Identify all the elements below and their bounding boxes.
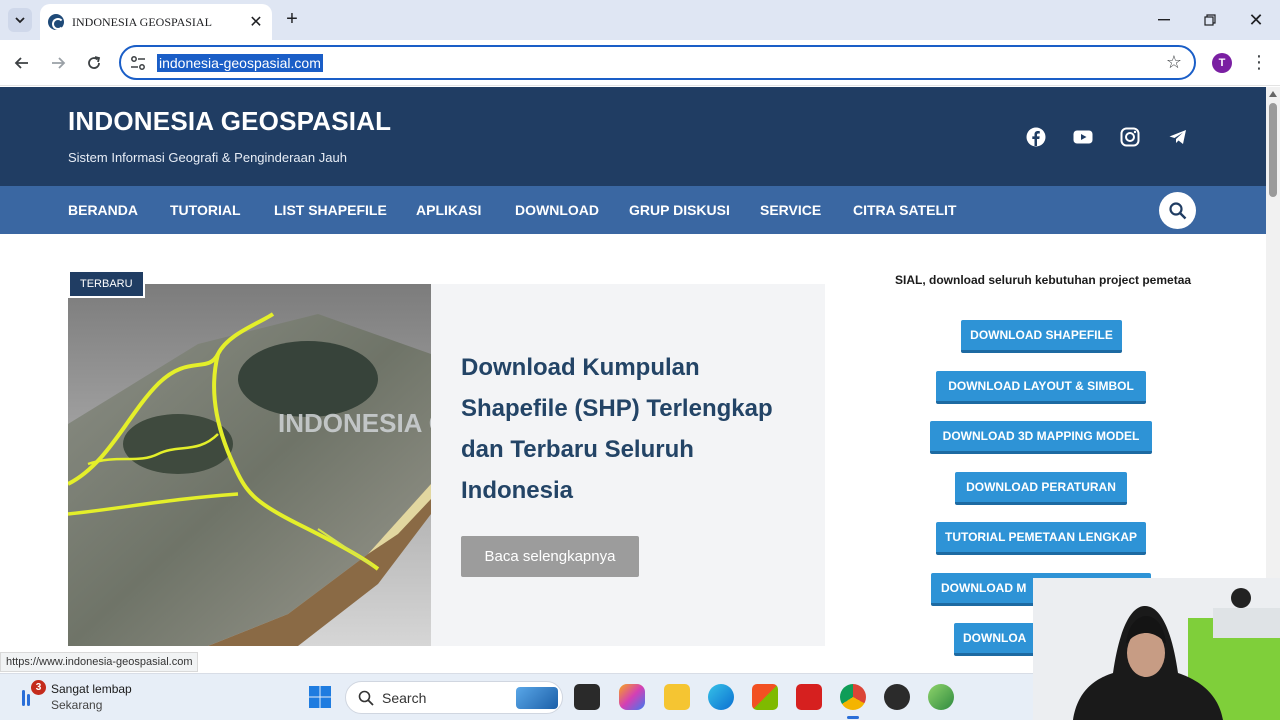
nav-item-tutorial[interactable]: TUTORIAL — [170, 202, 241, 218]
tab-strip: INDONESIA GEOSPASIAL ✕ + ✕ — [0, 0, 1280, 40]
featured-post: INDONESIA GE Download Kumpulan Shapefile… — [68, 284, 825, 646]
site-header: INDONESIA GEOSPASIAL Sistem Informasi Ge… — [0, 87, 1266, 186]
sidebar-marquee-text: SIAL, download seluruh kebutuhan project… — [895, 273, 1192, 287]
download-layout-simbol-button[interactable]: DOWNLOAD LAYOUT & SIMBOL — [936, 371, 1146, 404]
tab-search-button[interactable] — [8, 8, 32, 32]
back-button[interactable] — [11, 52, 33, 74]
main-navigation: BERANDA TUTORIAL LIST SHAPEFILE APLIKASI… — [0, 186, 1266, 234]
latest-badge: TERBARU — [68, 270, 145, 298]
arrow-right-icon — [52, 57, 66, 69]
nav-item-list-shapefile[interactable]: LIST SHAPEFILE — [274, 202, 387, 218]
telegram-icon[interactable] — [1168, 127, 1188, 147]
download-shapefile-button[interactable]: DOWNLOAD SHAPEFILE — [961, 320, 1122, 353]
search-icon — [1168, 201, 1186, 219]
tab-title: INDONESIA GEOSPASIAL — [72, 14, 212, 29]
chevron-down-icon — [15, 17, 25, 24]
download-peraturan-button[interactable]: DOWNLOAD PERATURAN — [955, 472, 1127, 505]
qgis-icon[interactable] — [928, 684, 954, 710]
instagram-icon[interactable] — [1120, 127, 1140, 147]
arrow-left-icon — [14, 57, 28, 69]
facebook-icon[interactable] — [1026, 127, 1046, 147]
image-watermark: INDONESIA GE — [278, 408, 431, 438]
close-tab-icon[interactable]: ✕ — [248, 12, 264, 32]
notification-badge: 3 — [31, 680, 46, 695]
nav-item-aplikasi[interactable]: APLIKASI — [416, 202, 481, 218]
restore-icon — [1204, 14, 1216, 26]
windows-start-icon[interactable] — [308, 685, 332, 709]
edge-icon[interactable] — [708, 684, 734, 710]
nav-item-service[interactable]: SERVICE — [760, 202, 821, 218]
chrome-icon[interactable] — [840, 684, 866, 710]
link-status-bar: https://www.indonesia-geospasial.com — [0, 652, 199, 672]
minimize-icon — [1158, 19, 1170, 21]
file-explorer-icon[interactable] — [664, 684, 690, 710]
copilot-icon[interactable] — [619, 684, 645, 710]
browser-toolbar: indonesia-geospasial.com ☆ T ⋮ — [0, 40, 1280, 86]
nav-item-grup-diskusi[interactable]: GRUP DISKUSI — [629, 202, 730, 218]
nav-item-download[interactable]: DOWNLOAD — [515, 202, 599, 218]
site-search-button[interactable] — [1159, 192, 1196, 229]
bookmark-star-icon[interactable]: ☆ — [1166, 52, 1182, 73]
weather-subtitle: Sekarang — [51, 698, 103, 712]
search-highlight-image — [516, 687, 558, 709]
read-more-button[interactable]: Baca selengkapnya — [461, 536, 639, 577]
forward-button[interactable] — [47, 52, 69, 74]
nav-item-beranda[interactable]: BERANDA — [68, 202, 138, 218]
tutorial-pemetaan-button[interactable]: TUTORIAL PEMETAAN LENGKAP — [936, 522, 1146, 555]
terrain-map-image: INDONESIA GE — [68, 284, 431, 646]
store-icon[interactable] — [752, 684, 778, 710]
featured-post-image[interactable]: INDONESIA GE — [68, 284, 431, 646]
featured-post-title[interactable]: Download Kumpulan Shapefile (SHP) Terlen… — [461, 347, 801, 511]
reload-button[interactable] — [83, 52, 105, 74]
site-tagline: Sistem Informasi Geografi & Penginderaan… — [68, 150, 347, 165]
download-3d-mapping-button[interactable]: DOWNLOAD 3D MAPPING MODEL — [930, 421, 1152, 454]
site-favicon-icon — [48, 14, 64, 30]
weather-title[interactable]: Sangat lembap — [51, 682, 132, 696]
minimize-button[interactable] — [1154, 10, 1174, 30]
url-text[interactable]: indonesia-geospasial.com — [157, 54, 323, 72]
webcam-overlay — [1033, 578, 1280, 720]
obs-icon[interactable] — [884, 684, 910, 710]
nav-item-citra-satelit[interactable]: CITRA SATELIT — [853, 202, 956, 218]
browser-menu-icon[interactable]: ⋮ — [1250, 52, 1268, 72]
taskbar-search-text: Search — [382, 690, 427, 706]
close-window-button[interactable]: ✕ — [1246, 10, 1266, 30]
scrollbar-thumb[interactable] — [1269, 103, 1277, 197]
task-view-icon[interactable] — [574, 684, 600, 710]
restore-button[interactable] — [1200, 10, 1220, 30]
youtube-icon[interactable] — [1073, 127, 1093, 147]
browser-tab[interactable]: INDONESIA GEOSPASIAL ✕ — [40, 4, 272, 40]
reload-icon — [88, 56, 101, 69]
site-title[interactable]: INDONESIA GEOSPASIAL — [68, 106, 391, 137]
lightroom-icon[interactable] — [796, 684, 822, 710]
site-settings-icon[interactable] — [129, 54, 147, 72]
scroll-up-icon[interactable] — [1269, 91, 1277, 97]
address-bar[interactable]: indonesia-geospasial.com ☆ — [119, 45, 1196, 80]
taskbar-search[interactable]: Search — [345, 681, 563, 714]
search-icon — [358, 690, 374, 706]
presenter-video — [1033, 578, 1280, 720]
active-app-indicator — [847, 716, 859, 719]
profile-avatar[interactable]: T — [1212, 53, 1232, 73]
new-tab-button[interactable]: + — [282, 9, 302, 29]
